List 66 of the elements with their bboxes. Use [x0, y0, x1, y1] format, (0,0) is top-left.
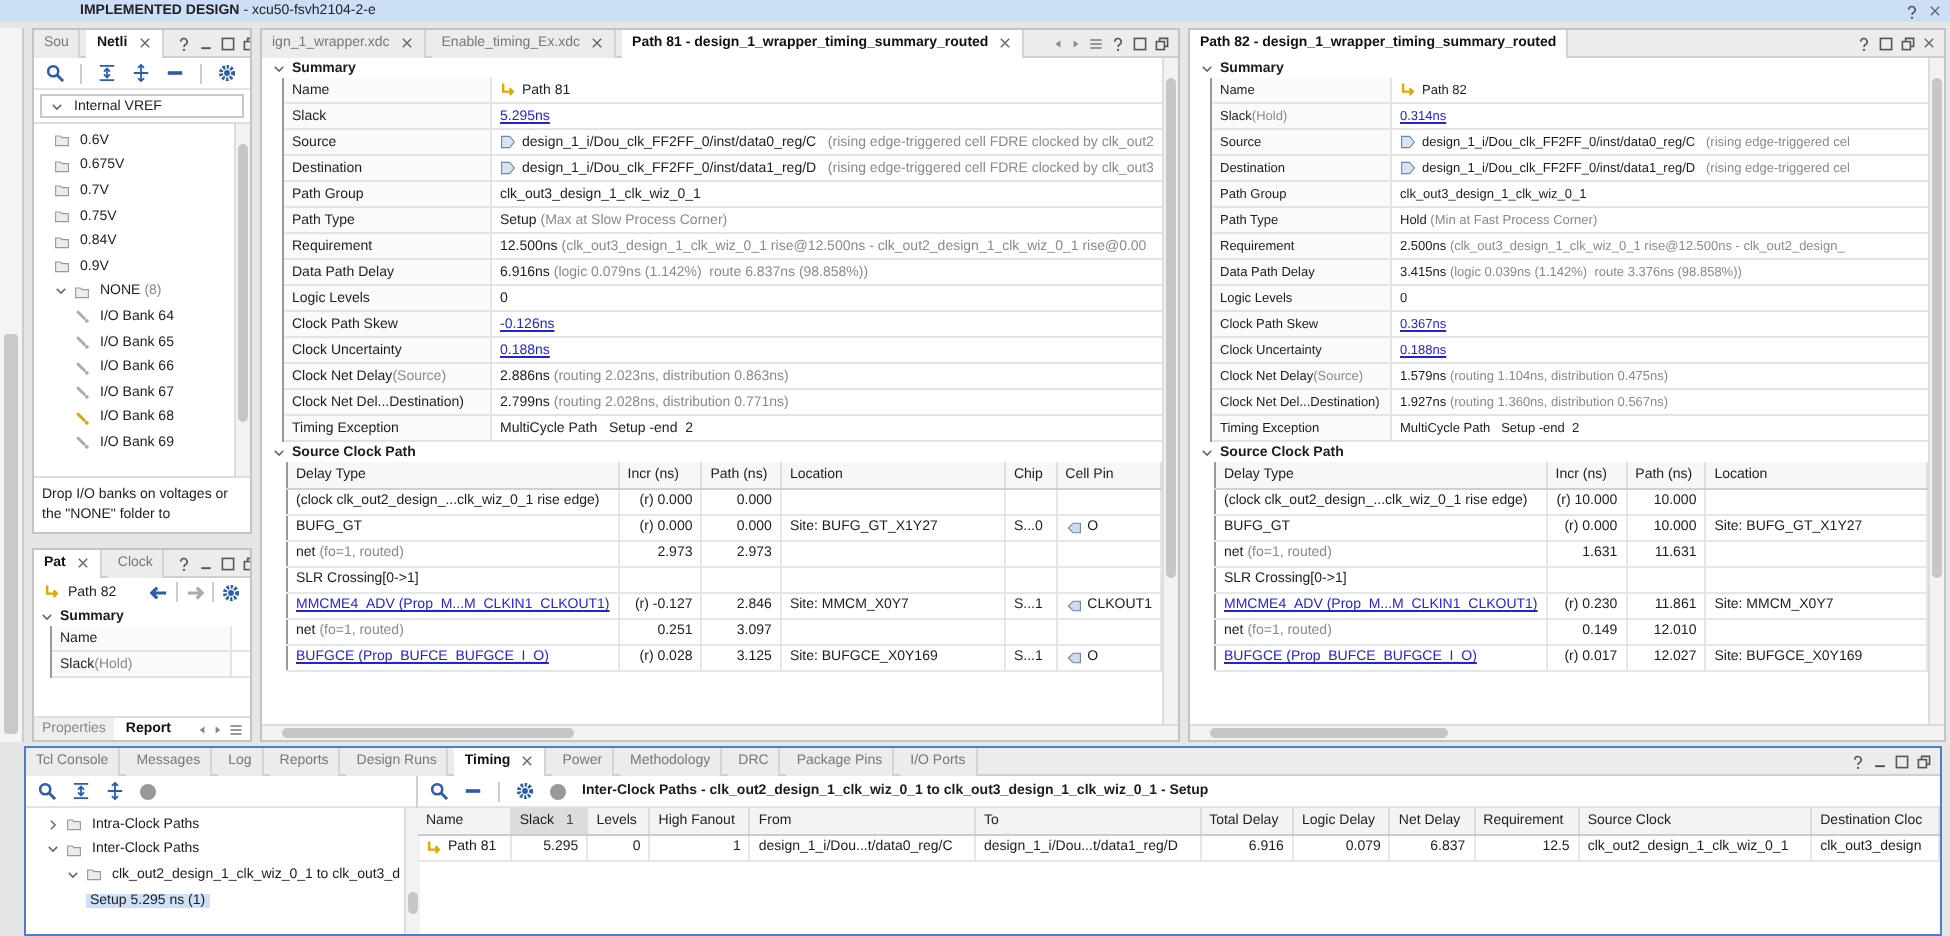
record-icon[interactable]	[550, 783, 566, 799]
chevron-down-icon	[272, 445, 286, 459]
close-icon[interactable]	[137, 36, 152, 50]
chevron-down-icon[interactable]	[46, 842, 60, 857]
close-icon[interactable]	[520, 754, 535, 768]
close-icon[interactable]	[399, 36, 414, 50]
search-icon[interactable]	[46, 64, 64, 82]
maximize-icon[interactable]	[1878, 35, 1894, 51]
chevron-down-icon	[272, 61, 286, 75]
menu-icon[interactable]	[228, 721, 244, 737]
scroll-left-icon[interactable]	[196, 723, 208, 735]
collapse-all-icon[interactable]	[98, 64, 116, 82]
scroll-right-icon[interactable]	[1070, 37, 1082, 49]
close-icon[interactable]	[590, 36, 605, 50]
cell-icon	[1400, 134, 1416, 150]
help-icon[interactable]	[176, 555, 193, 571]
horizontal-scrollbar[interactable]	[1190, 724, 1944, 740]
chevron-down-icon[interactable]	[66, 867, 80, 882]
settings-icon[interactable]	[218, 64, 236, 82]
vertical-scrollbar[interactable]	[0, 28, 24, 742]
settings-icon[interactable]	[222, 583, 240, 601]
help-icon[interactable]	[1110, 35, 1126, 51]
back-arrow-icon[interactable]	[150, 583, 168, 601]
help-icon[interactable]	[1850, 753, 1866, 769]
cell-icon	[500, 160, 516, 176]
chevron-down-icon	[40, 609, 54, 623]
pin-icon	[1065, 649, 1082, 665]
collapse-all-icon[interactable]	[72, 782, 90, 800]
settings-icon[interactable]	[516, 782, 534, 800]
record-icon[interactable]	[140, 783, 156, 799]
maximize-icon[interactable]	[220, 555, 237, 571]
chevron-down-icon[interactable]	[54, 284, 68, 299]
pin-icon	[1065, 519, 1082, 535]
path-arrow-icon	[1400, 82, 1416, 98]
help-icon[interactable]	[1856, 35, 1872, 51]
close-icon[interactable]	[1928, 4, 1942, 18]
path-arrow-icon	[500, 82, 516, 98]
search-icon[interactable]	[430, 782, 448, 800]
horizontal-scrollbar[interactable]	[262, 724, 1178, 740]
vertical-scrollbar[interactable]	[1928, 58, 1944, 724]
chevron-right-icon[interactable]	[46, 817, 60, 832]
vertical-scrollbar[interactable]	[404, 808, 420, 934]
help-icon[interactable]	[1904, 3, 1920, 19]
expand-all-icon[interactable]	[106, 782, 124, 800]
maximize-icon[interactable]	[1894, 753, 1910, 769]
cell-icon	[500, 134, 516, 150]
scroll-right-icon[interactable]	[212, 723, 224, 735]
path-arrow-icon	[44, 584, 60, 600]
scroll-left-icon[interactable]	[1052, 37, 1064, 49]
maximize-icon[interactable]	[1132, 35, 1148, 51]
expand-all-icon[interactable]	[132, 64, 150, 82]
close-icon[interactable]	[1922, 36, 1936, 50]
help-icon[interactable]	[175, 35, 192, 51]
cell-icon	[1400, 160, 1416, 176]
close-icon[interactable]	[998, 36, 1013, 50]
maximize-icon[interactable]	[219, 35, 236, 51]
menu-icon[interactable]	[1088, 35, 1104, 51]
chevron-down-icon	[1200, 61, 1214, 75]
path-arrow-icon	[426, 839, 442, 855]
vertical-scrollbar[interactable]	[1162, 58, 1178, 724]
search-icon[interactable]	[38, 782, 56, 800]
vertical-scrollbar[interactable]	[234, 124, 250, 476]
chevron-down-icon	[1200, 445, 1214, 459]
pin-icon	[1065, 597, 1082, 613]
close-icon[interactable]	[75, 556, 90, 570]
chevron-down-icon	[50, 99, 64, 113]
